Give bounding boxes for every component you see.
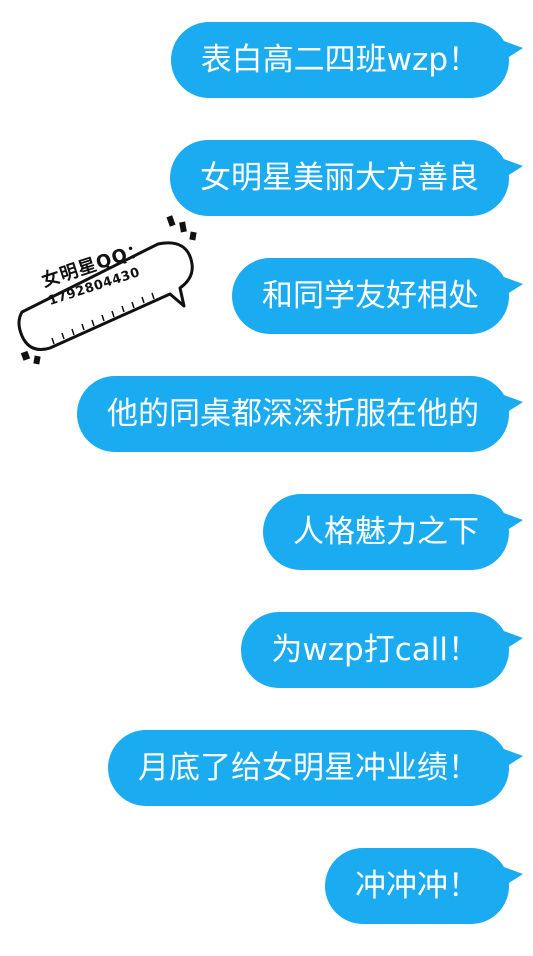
message-text: 他的同桌都深深折服在他的	[107, 396, 479, 432]
message-bubble-4[interactable]: 他的同桌都深深折服在他的	[77, 376, 523, 452]
message-bubble-1[interactable]: 表白高二四班wzp！	[170, 22, 524, 98]
message-bubble-3[interactable]: 和同学友好相处	[232, 258, 523, 334]
message-text: 冲冲冲！	[355, 868, 479, 904]
message-bubble-5[interactable]: 人格魅力之下	[263, 494, 523, 570]
speech-sticker: 女明星QQ： 1792804430	[8, 208, 208, 368]
message-text: 和同学友好相处	[262, 278, 479, 314]
message-text: 人格魅力之下	[293, 514, 479, 550]
message-bubble-6[interactable]: 为wzp打call！	[241, 612, 523, 688]
message-text: 女明星美丽大方善良	[200, 160, 479, 196]
message-bubble-2[interactable]: 女明星美丽大方善良	[170, 140, 523, 216]
message-text: 月底了给女明星冲业绩！	[138, 750, 479, 786]
message-text: 表白高二四班wzp！	[200, 42, 479, 78]
message-bubble-8[interactable]: 冲冲冲！	[325, 848, 523, 924]
message-bubble-7[interactable]: 月底了给女明星冲业绩！	[108, 730, 523, 806]
message-text: 为wzp打call！	[271, 632, 479, 668]
